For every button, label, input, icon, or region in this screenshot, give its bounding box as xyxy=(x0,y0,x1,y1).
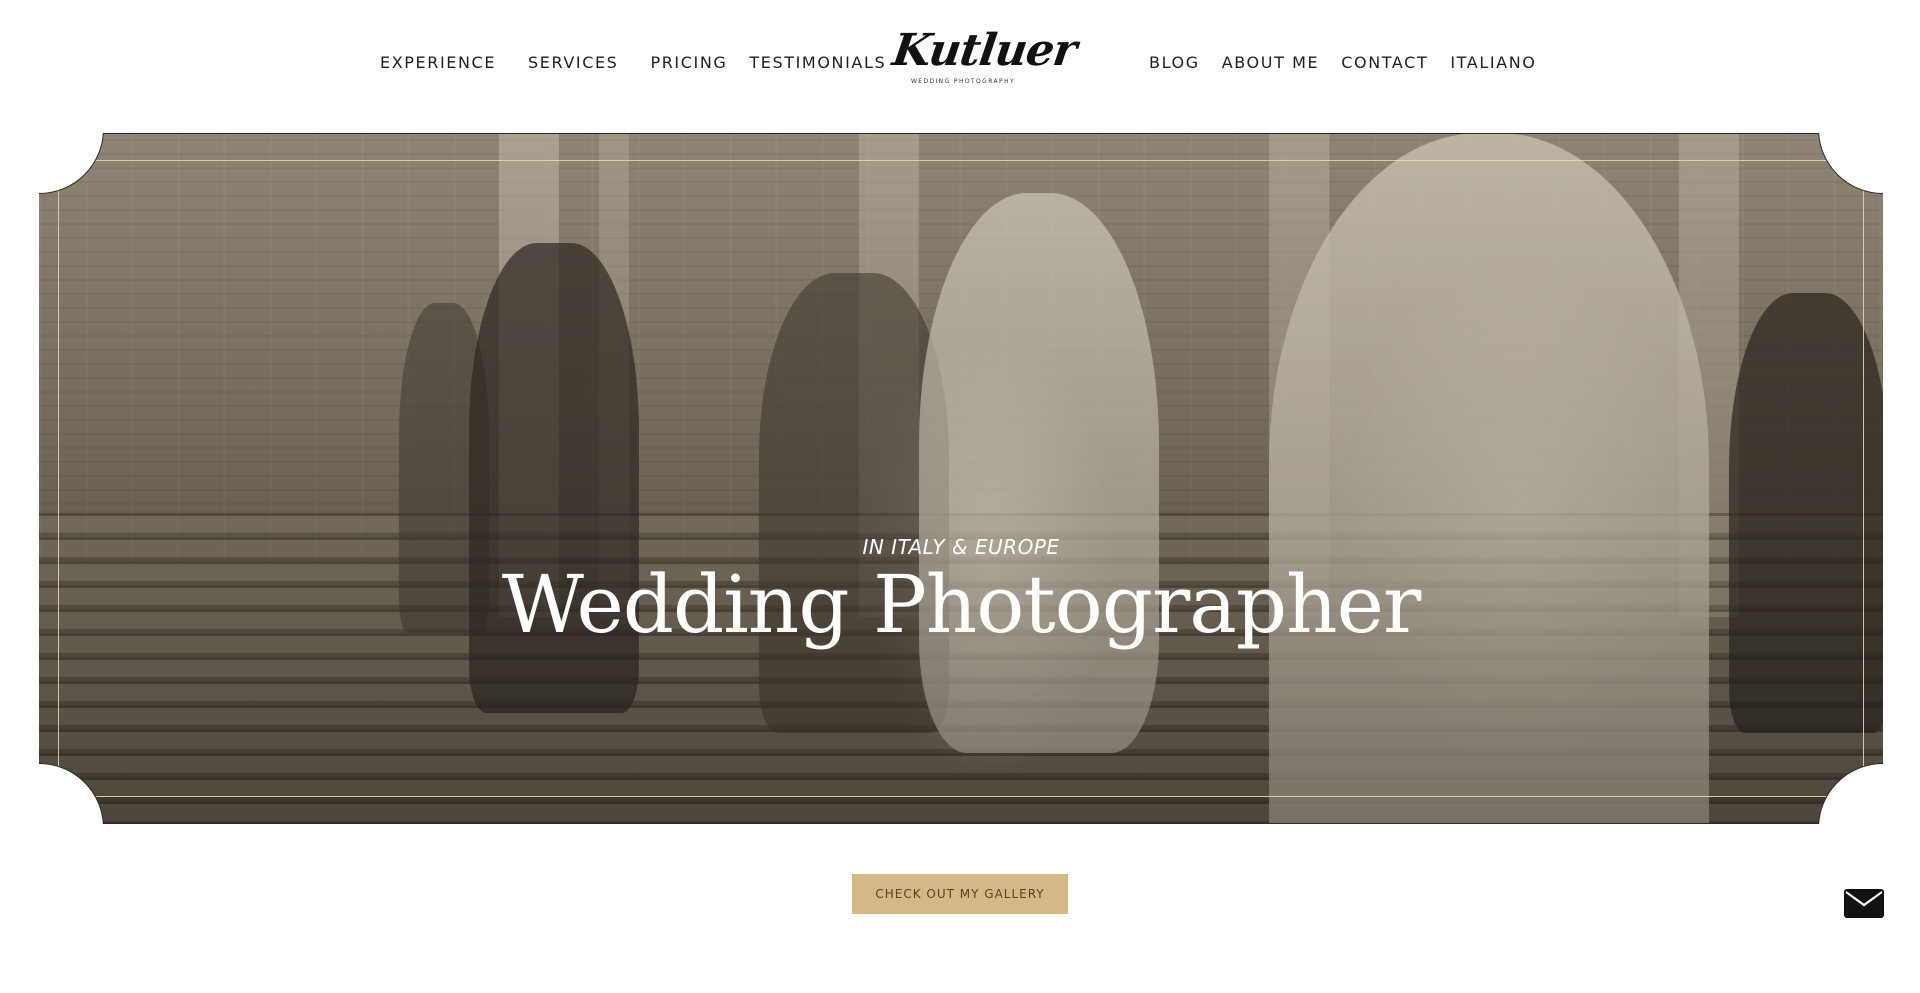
envelope-icon[interactable] xyxy=(1843,886,1885,920)
hero-banner: IN ITALY & EUROPE Wedding Photographer xyxy=(39,133,1883,824)
nav-italiano[interactable]: ITALIANO xyxy=(1450,53,1536,72)
nav-testimonials[interactable]: TESTIMONIALS xyxy=(749,53,886,72)
hero-overlay xyxy=(39,133,1883,824)
nav-pricing[interactable]: PRICING xyxy=(650,53,727,72)
logo-wordmark: Kutluer xyxy=(889,25,1080,76)
site-logo[interactable]: Kutluer WEDDING PHOTOGRAPHY xyxy=(889,25,1079,90)
nav-blog[interactable]: BLOG xyxy=(1149,53,1200,72)
nav-contact[interactable]: CONTACT xyxy=(1341,53,1428,72)
logo-tagline: WEDDING PHOTOGRAPHY xyxy=(910,78,1016,85)
page: EXPERIENCE SERVICES PRICING TESTIMONIALS… xyxy=(0,0,1920,993)
envelope-icon-graphic xyxy=(1844,889,1884,918)
gallery-button[interactable]: CHECK OUT MY GALLERY xyxy=(852,874,1068,914)
nav-services[interactable]: SERVICES xyxy=(528,53,618,72)
primary-nav-left: EXPERIENCE SERVICES PRICING TESTIMONIALS xyxy=(380,48,886,76)
hero-title: Wedding Photographer xyxy=(501,558,1422,651)
primary-nav-right: BLOG ABOUT ME CONTACT ITALIANO xyxy=(1149,48,1536,76)
nav-experience[interactable]: EXPERIENCE xyxy=(380,53,496,72)
nav-about-me[interactable]: ABOUT ME xyxy=(1222,53,1320,72)
